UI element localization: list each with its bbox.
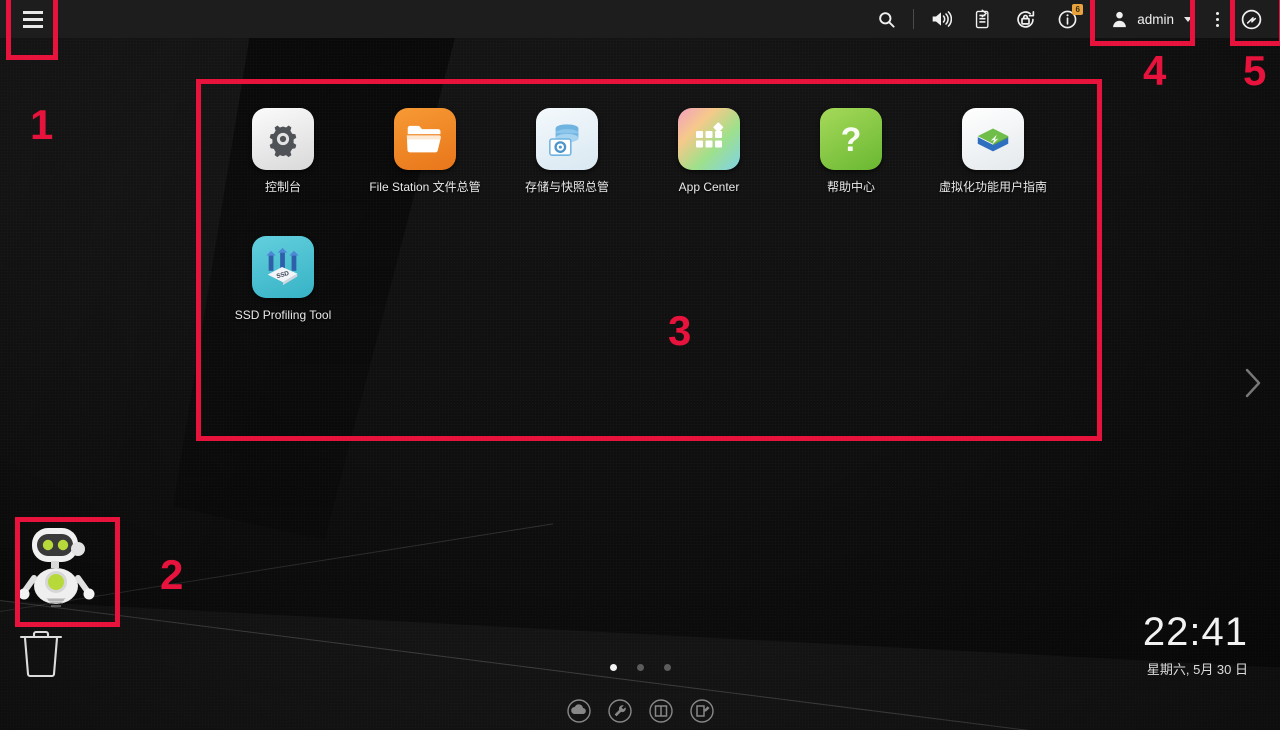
- clock-time: 22:41: [1142, 610, 1248, 654]
- info-badge-count: 6: [1072, 4, 1084, 15]
- toolbar-separator-2: [1094, 9, 1096, 29]
- chevron-right-icon[interactable]: [1236, 362, 1270, 404]
- notifications-icon[interactable]: [962, 0, 1004, 38]
- page-dot-3[interactable]: [663, 664, 671, 671]
- tools-icon[interactable]: [607, 698, 633, 724]
- file-station-folder-icon: [394, 108, 456, 170]
- desktop-app-label: SSD Profiling Tool: [234, 308, 332, 322]
- top-toolbar: 6 admin: [0, 0, 1280, 38]
- toolbar-right-group: 6 admin: [865, 0, 1280, 38]
- desktop-clock: 22:41 星期六, 5月 30 日: [1143, 611, 1248, 678]
- dashboard-icon[interactable]: [648, 698, 674, 724]
- qboost-robot-assistant-icon[interactable]: [18, 520, 98, 616]
- storage-snapshot-icon: [536, 108, 598, 170]
- desktop-app-virtualization-guide[interactable]: 虚拟化功能用户指南: [922, 108, 1064, 236]
- desktop-app-label: App Center: [678, 180, 740, 194]
- cloud-icon[interactable]: [566, 698, 592, 724]
- desktop-icon-grid: 控制台 File Station 文件总管 存储与快照总管 App Center…: [212, 108, 1092, 364]
- wallpaper-floor-edge: [0, 490, 1280, 730]
- desktop-app-app-center[interactable]: App Center: [638, 108, 780, 236]
- svg-text:?: ?: [841, 121, 862, 159]
- desktop-app-help-center[interactable]: ? 帮助中心: [780, 108, 922, 236]
- kebab-menu-icon[interactable]: [1204, 0, 1230, 38]
- app-center-grid-icon: [678, 108, 740, 170]
- user-avatar-icon: [1111, 10, 1128, 28]
- taskbar-dock: [0, 698, 1280, 724]
- ssd-profiling-tool-icon: SSD: [252, 236, 314, 298]
- chevron-down-icon: [1184, 16, 1192, 22]
- virtualization-guide-icon: [962, 108, 1024, 170]
- desktop: 6 admin 控制台 File Station 文件总管 存储与快照总管 Ap…: [0, 0, 1280, 730]
- search-icon[interactable]: [865, 0, 907, 38]
- desktop-app-ssd-profiling-tool[interactable]: SSD SSD Profiling Tool: [212, 236, 354, 364]
- volume-icon[interactable]: [920, 0, 962, 38]
- user-account-menu[interactable]: admin: [1101, 0, 1204, 38]
- resource-monitor-gauge-icon[interactable]: [1230, 0, 1272, 38]
- help-center-question-icon: ?: [820, 108, 882, 170]
- toolbar-separator-1: [913, 9, 915, 29]
- desktop-app-storage-snapshot[interactable]: 存储与快照总管: [496, 108, 638, 236]
- desktop-app-file-station[interactable]: File Station 文件总管: [354, 108, 496, 236]
- control-panel-icon: [252, 108, 314, 170]
- page-indicator-dots: [0, 664, 1280, 671]
- notes-icon[interactable]: [689, 698, 715, 724]
- desktop-app-label: 虚拟化功能用户指南: [938, 180, 1047, 194]
- info-icon[interactable]: 6: [1046, 0, 1088, 38]
- user-name-label: admin: [1137, 11, 1174, 27]
- clock-date: 星期六, 5月 30 日: [1146, 662, 1248, 677]
- desktop-app-label: 存储与快照总管: [524, 180, 609, 194]
- desktop-app-label: 帮助中心: [826, 180, 875, 194]
- desktop-app-label: 控制台: [264, 180, 301, 194]
- hamburger-menu-icon[interactable]: [14, 0, 52, 38]
- backup-sync-icon[interactable]: [1004, 0, 1046, 38]
- desktop-app-control-panel[interactable]: 控制台: [212, 108, 354, 236]
- page-dot-1[interactable]: [609, 664, 617, 671]
- desktop-app-label: File Station 文件总管: [369, 180, 481, 194]
- page-dot-2[interactable]: [636, 664, 644, 671]
